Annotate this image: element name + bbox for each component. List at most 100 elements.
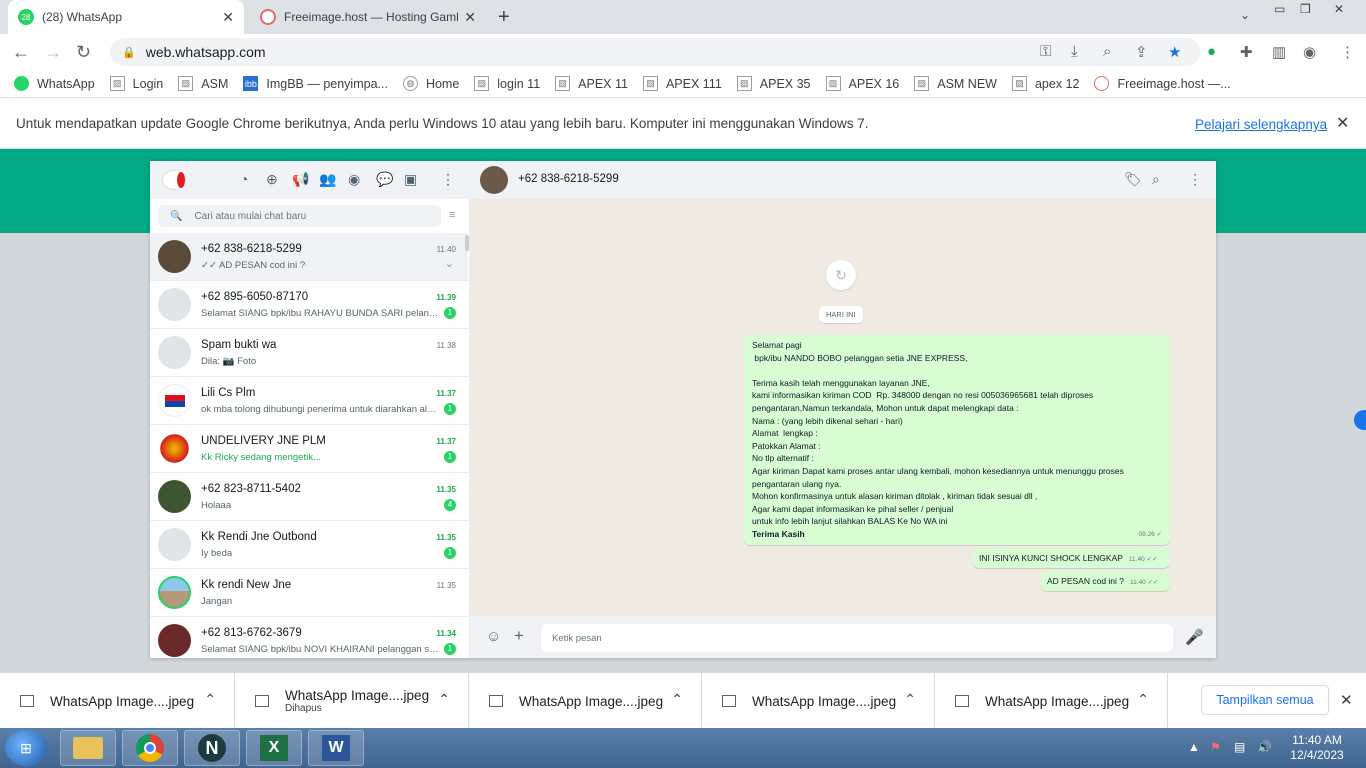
chat-list-item[interactable]: Spam bukti wa Dila: 📷 Foto 11.38 (150, 329, 468, 377)
chrome-taskbar-icon[interactable] (122, 730, 178, 766)
learn-more-link[interactable]: Pelajari selengkapnya (1195, 117, 1327, 132)
chat-list-item[interactable]: Kk rendi New Jne Jangan 11.35 (150, 569, 468, 617)
bookmark-item[interactable]: ▨ Login (109, 76, 163, 91)
attach-plus-icon[interactable]: + (514, 626, 524, 646)
chat-list-scrollbar[interactable] (465, 235, 469, 251)
volume-icon[interactable]: 🔊 (1257, 740, 1272, 754)
zoom-icon[interactable]: ⌕ (1103, 43, 1111, 60)
bookmark-item[interactable]: ◍ Home (402, 76, 459, 91)
microphone-icon[interactable]: 🎤 (1185, 628, 1204, 646)
chat-list-item[interactable]: Lili Cs Plm ok mba tolong dihubungi pene… (150, 377, 468, 425)
communities-icon[interactable]: 👥 (319, 171, 336, 188)
address-bar[interactable]: 🔒 web.whatsapp.com (110, 38, 1200, 66)
chat-name: +62 895-6050-87170 (201, 291, 309, 303)
bookmark-item[interactable]: ▨ ASM (178, 76, 228, 91)
install-icon[interactable]: ⤓ (1071, 43, 1078, 60)
extensions-puzzle-icon[interactable]: ✚ (1240, 43, 1253, 61)
new-chat-icon[interactable]: ▣ (404, 171, 417, 188)
status-icon[interactable]: ◔ (240, 171, 248, 187)
chat-list-item[interactable]: UNDELIVERY JNE PLM Kk Ricky sedang menge… (150, 425, 468, 473)
action-center-flag-icon[interactable]: ⚑ (1210, 740, 1221, 754)
chevron-up-icon[interactable]: ⌃ (438, 691, 450, 708)
close-tab-icon[interactable]: ✕ (222, 9, 234, 26)
outgoing-message[interactable]: AD PESAN cod ini ? 11.40 ✓✓ (1041, 571, 1170, 591)
chevron-up-icon[interactable]: ⌃ (1137, 691, 1149, 708)
bookmark-star-icon[interactable]: ★ (1168, 43, 1181, 61)
conversation-header[interactable]: +62 838-6218-5299 🏷 ⌕ ⋮ (470, 161, 1216, 199)
channels-icon[interactable]: 💬 (376, 171, 393, 188)
download-item[interactable]: WhatsApp Image....jpeg ⌃ (0, 673, 235, 729)
close-tab-icon[interactable]: ✕ (464, 9, 476, 26)
download-item[interactable]: WhatsApp Image....jpeg ⌃ (702, 673, 935, 729)
profile-avatar[interactable] (162, 170, 186, 190)
close-infobar-icon[interactable]: ✕ (1336, 113, 1349, 133)
filter-icon[interactable]: ≡ (449, 209, 455, 221)
explorer-taskbar-icon[interactable] (60, 730, 116, 766)
word-taskbar-icon[interactable]: W (308, 730, 364, 766)
search-input[interactable]: 🔍 Cari atau mulai chat baru (158, 205, 441, 227)
minimize-icon[interactable]: ▭ (1274, 2, 1285, 16)
chevron-up-icon[interactable]: ⌃ (204, 691, 216, 708)
tab-search-icon[interactable]: ⌄ (1240, 8, 1250, 22)
bookmark-item[interactable]: ▨ ASM NEW (914, 76, 997, 91)
chat-list-item[interactable]: +62 823-8711-5402 Holaaa 11.35 4 (150, 473, 468, 521)
bookmark-item[interactable]: ▨ APEX 111 (642, 76, 722, 91)
message-text: INI ISINYA KUNCI SHOCK LENGKAP (979, 553, 1123, 563)
chat-list-item[interactable]: +62 895-6050-87170 Selamat SIANG bpk/ibu… (150, 281, 468, 329)
close-downloads-icon[interactable]: ✕ (1340, 691, 1353, 709)
key-icon[interactable]: ⚿ (1040, 43, 1051, 60)
extension-icon[interactable]: ● (1207, 43, 1216, 60)
add-contact-icon[interactable]: ⊕ (266, 171, 278, 188)
close-window-icon[interactable]: ✕ (1334, 2, 1344, 16)
chevron-down-icon[interactable]: ⌄ (445, 257, 454, 270)
chat-list-item[interactable]: +62 813-6762-3679 Selamat SIANG bpk/ibu … (150, 617, 468, 658)
excel-taskbar-icon[interactable]: X (246, 730, 302, 766)
restore-icon[interactable]: ❐ (1300, 2, 1311, 16)
chat-list-item[interactable]: +62 838-6218-5299 ✓✓ AD PESAN cod ini ? … (150, 233, 468, 281)
chevron-up-icon[interactable]: ⌃ (671, 691, 683, 708)
chevron-up-icon[interactable]: ⌃ (904, 691, 916, 708)
start-button-icon[interactable]: ⊞ (5, 730, 47, 766)
status-ring-icon[interactable]: ◉ (348, 171, 360, 188)
bookmark-item[interactable]: ▨ login 11 (474, 76, 540, 91)
download-item[interactable]: WhatsApp Image....jpeg ⌃ (469, 673, 702, 729)
message-input[interactable]: Ketik pesan (541, 624, 1173, 652)
app-n-taskbar-icon[interactable]: N (184, 730, 240, 766)
bookmark-item[interactable]: ▨ APEX 11 (555, 76, 628, 91)
show-hidden-icons-icon[interactable]: ▲ (1188, 740, 1200, 754)
load-older-icon[interactable]: ↻ (826, 260, 856, 290)
bookmark-item[interactable]: ▨ APEX 35 (736, 76, 811, 91)
label-icon[interactable]: 🏷 (1124, 171, 1142, 188)
show-all-downloads-button[interactable]: Tampilkan semua (1201, 685, 1329, 715)
new-tab-icon[interactable]: + (498, 6, 510, 29)
tab-whatsapp[interactable]: 28 (28) WhatsApp ✕ (8, 0, 244, 34)
menu-kebab-icon[interactable]: ⋮ (1188, 171, 1202, 188)
bookmark-whatsapp[interactable]: WhatsApp (14, 76, 95, 91)
back-icon[interactable]: ← (12, 42, 30, 63)
forward-icon[interactable]: → (44, 42, 62, 63)
bookmark-item[interactable]: Freeimage.host —... (1094, 76, 1231, 91)
bookmark-item[interactable]: ibb ImgBB — penyimpa... (243, 76, 388, 91)
tab-freeimage[interactable]: Freeimage.host — Hosting Gamb ✕ (250, 0, 486, 34)
menu-kebab-icon[interactable]: ⋮ (1340, 43, 1355, 61)
outgoing-message[interactable]: Selamat pagi bpk/ibu NANDO BOBO pelangga… (744, 335, 1170, 545)
chat-list-item[interactable]: Kk Rendi Jne Outbond Iy beda 11.35 1 (150, 521, 468, 569)
side-panel-icon[interactable]: ▥ (1272, 43, 1286, 61)
network-icon[interactable]: ▤ (1234, 740, 1245, 754)
download-item[interactable]: WhatsApp Image....jpeg ⌃ (935, 673, 1168, 729)
globe-icon: ◍ (402, 76, 418, 91)
share-icon[interactable]: ⇪ (1135, 43, 1148, 61)
download-item[interactable]: WhatsApp Image....jpeg Dihapus ⌃ (235, 673, 469, 729)
contact-avatar[interactable] (480, 166, 508, 194)
profile-avatar-icon[interactable]: ◉ (1303, 43, 1316, 61)
menu-kebab-icon[interactable]: ⋮ (441, 171, 455, 188)
taskbar-clock[interactable]: 11:40 AM 12/4/2023 (1282, 733, 1352, 763)
reload-icon[interactable]: ↻ (76, 42, 91, 63)
contact-name[interactable]: +62 838-6218-5299 (518, 173, 619, 185)
search-icon[interactable]: ⌕ (1152, 171, 1160, 188)
broadcast-icon[interactable]: 📢 (292, 171, 309, 188)
bookmark-item[interactable]: ▨ APEX 16 (825, 76, 899, 91)
outgoing-message[interactable]: INI ISINYA KUNCI SHOCK LENGKAP 11.40 ✓✓ (973, 548, 1170, 568)
emoji-icon[interactable]: ☺ (486, 628, 501, 645)
bookmark-item[interactable]: ▨ apex 12 (1011, 76, 1079, 91)
